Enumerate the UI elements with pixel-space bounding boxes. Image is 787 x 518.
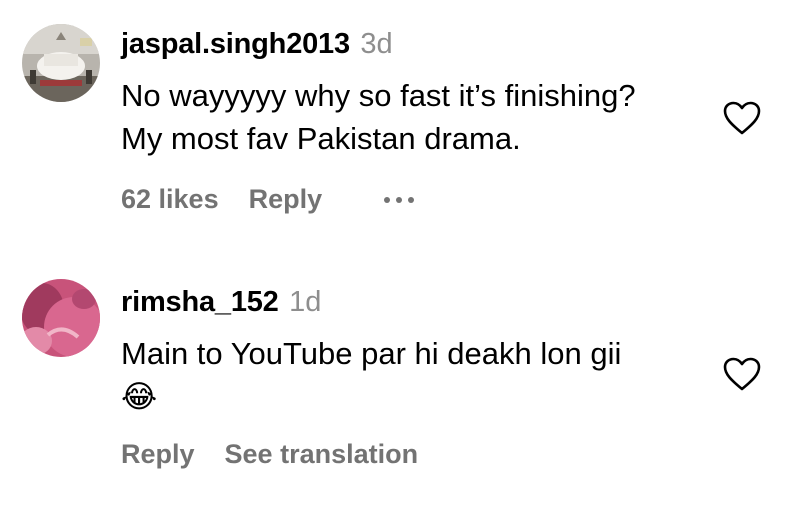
- comment-text-line: My most fav Pakistan drama.: [121, 121, 521, 156]
- comment-item: jaspal.singh2013 3d No wayyyyy why so fa…: [0, 0, 787, 250]
- comment-text-line: Main to YouTube par hi deakh lon gii: [121, 336, 622, 371]
- avatar-image: [22, 279, 100, 357]
- comment-actions: 62 likes Reply: [121, 184, 415, 215]
- comment-text: Main to YouTube par hi deakh lon gii 😂: [121, 332, 621, 419]
- comment-text-line: No wayyyyy why so fast it’s finishing?: [121, 78, 636, 113]
- username[interactable]: jaspal.singh2013: [121, 28, 350, 60]
- reply-button[interactable]: Reply: [249, 184, 323, 215]
- username[interactable]: rimsha_152: [121, 286, 279, 318]
- tears-of-joy-emoji: 😂: [121, 379, 158, 415]
- timestamp[interactable]: 3d: [360, 28, 392, 60]
- timestamp[interactable]: 1d: [289, 286, 321, 318]
- heart-outline-icon[interactable]: [722, 100, 762, 136]
- comment-header: jaspal.singh2013 3d: [121, 28, 393, 61]
- avatar-image: [22, 24, 100, 102]
- comment-text: No wayyyyy why so fast it’s finishing? M…: [121, 74, 636, 160]
- comment-header: rimsha_152 1d: [121, 286, 321, 319]
- see-translation-button[interactable]: See translation: [225, 439, 419, 470]
- avatar[interactable]: [22, 279, 100, 357]
- comment-item: rimsha_152 1d Main to YouTube par hi dea…: [0, 262, 787, 518]
- comment-actions: Reply See translation: [121, 439, 448, 470]
- heart-outline-icon[interactable]: [722, 356, 762, 392]
- avatar[interactable]: [22, 24, 100, 102]
- reply-button[interactable]: Reply: [121, 439, 195, 470]
- likes-count[interactable]: 62 likes: [121, 184, 219, 215]
- more-horizontal-icon[interactable]: [384, 185, 415, 215]
